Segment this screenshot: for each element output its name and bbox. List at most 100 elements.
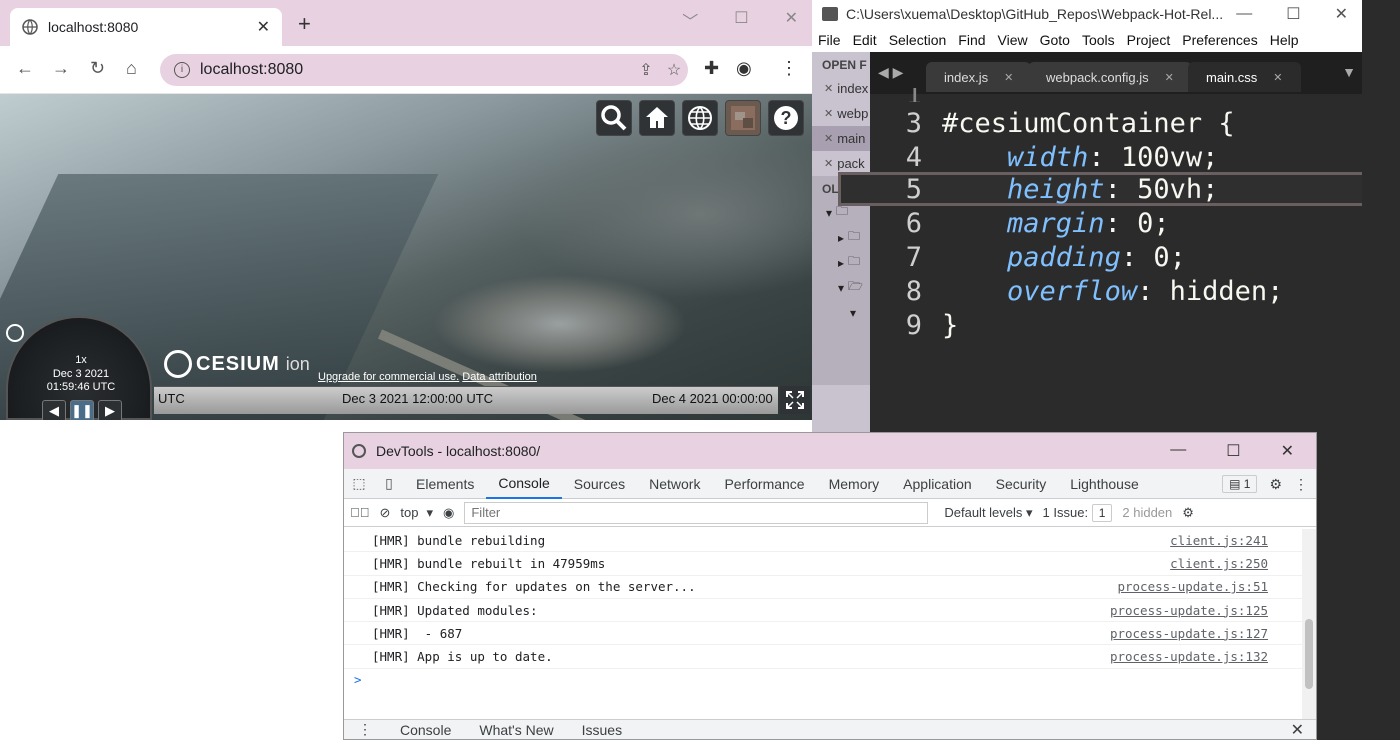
close-icon[interactable]: ✕ <box>1165 71 1174 84</box>
close-icon[interactable]: ✕ <box>1273 71 1282 84</box>
close-tab-icon[interactable]: ✕ <box>257 17 270 37</box>
console-prompt[interactable]: > <box>344 669 1304 691</box>
tree-folder[interactable]: ▾ 🗁 <box>812 275 870 300</box>
tab-elements[interactable]: Elements <box>404 469 486 499</box>
eye-icon[interactable]: ◉ <box>443 505 454 521</box>
new-tab-button[interactable]: + <box>298 13 311 35</box>
maximize-icon[interactable]: ☐ <box>1226 441 1240 461</box>
minimize-icon[interactable]: — <box>1170 441 1186 461</box>
issue-count[interactable]: 1 Issue: 1 <box>1043 504 1113 522</box>
close-icon[interactable]: ✕ <box>1004 71 1013 84</box>
maximize-icon[interactable]: ☐ <box>1286 4 1300 24</box>
close-icon[interactable]: ✕ <box>824 157 833 170</box>
browser-tab[interactable]: localhost:8080 ✕ <box>10 8 282 46</box>
inspect-element-icon[interactable]: ⬚ <box>344 475 374 492</box>
sidebar-toggle-icon[interactable]: ▶⃞ <box>350 505 370 520</box>
log-levels-dropdown[interactable]: Default levels ▾ <box>944 505 1032 521</box>
tab-network[interactable]: Network <box>637 469 712 499</box>
profile-avatar-icon[interactable]: ◉ <box>736 58 752 79</box>
drawer-tab-console[interactable]: Console <box>400 722 451 738</box>
tab-application[interactable]: Application <box>891 469 984 499</box>
menu-tools[interactable]: Tools <box>1082 32 1115 48</box>
drawer-tab-issues[interactable]: Issues <box>582 722 622 738</box>
play-forward-button[interactable]: ▶ <box>98 400 122 420</box>
console-scrollbar[interactable] <box>1302 529 1316 721</box>
source-link[interactable]: process-update.js:132 <box>1110 649 1268 664</box>
close-icon[interactable]: ✕ <box>824 82 833 95</box>
imagery-picker-icon[interactable] <box>725 100 761 136</box>
share-icon[interactable]: ⇪ <box>632 60 660 80</box>
open-file-item[interactable]: ✕ index <box>812 76 870 101</box>
menu-project[interactable]: Project <box>1127 32 1171 48</box>
info-icon[interactable]: i <box>174 62 190 78</box>
menu-selection[interactable]: Selection <box>889 32 947 48</box>
clear-console-icon[interactable]: ⊘ <box>380 505 391 521</box>
reload-icon[interactable]: ↻ <box>90 58 105 79</box>
close-icon[interactable]: ✕ <box>824 107 833 120</box>
menu-goto[interactable]: Goto <box>1040 32 1070 48</box>
cesium-viewer[interactable]: ? 1x Dec 3 2021 01:59:46 UTC ◀ ❚❚ ▶ CESI… <box>0 94 812 420</box>
address-bar[interactable]: i localhost:8080 ⇪ ☆ <box>160 54 688 86</box>
home-view-icon[interactable] <box>639 100 675 136</box>
source-link[interactable]: client.js:250 <box>1170 556 1268 571</box>
close-window-icon[interactable]: ✕ <box>1281 441 1294 461</box>
upgrade-link[interactable]: Upgrade for commercial use. <box>318 371 459 383</box>
tab-console[interactable]: Console <box>486 469 562 499</box>
cesium-ion-logo[interactable]: CESIUM ion <box>164 350 310 378</box>
pause-button[interactable]: ❚❚ <box>70 400 94 420</box>
forward-icon[interactable]: → <box>52 58 70 79</box>
tab-security[interactable]: Security <box>984 469 1059 499</box>
menu-edit[interactable]: Edit <box>853 32 877 48</box>
close-window-icon[interactable]: ✕ <box>1335 4 1348 24</box>
tab-sources[interactable]: Sources <box>562 469 637 499</box>
search-icon[interactable] <box>596 100 632 136</box>
fullscreen-icon[interactable] <box>780 386 810 414</box>
data-attribution-link[interactable]: Data attribution <box>462 371 537 383</box>
menu-preferences[interactable]: Preferences <box>1182 32 1257 48</box>
maximize-icon[interactable]: ☐ <box>734 8 748 32</box>
minimize-icon[interactable]: ﹀ <box>682 8 698 32</box>
tab-lighthouse[interactable]: Lighthouse <box>1058 469 1151 499</box>
tab-nav-arrows-icon[interactable]: ◀ ▶ <box>878 64 903 81</box>
tab-dropdown-icon[interactable]: ▼ <box>1342 64 1356 80</box>
tab-memory[interactable]: Memory <box>817 469 892 499</box>
settings-gear-icon[interactable]: ⚙ <box>1269 476 1282 493</box>
context-selector[interactable]: top ▾ <box>400 505 433 521</box>
tree-folder[interactable]: ▾ <box>812 300 870 325</box>
menu-file[interactable]: File <box>818 32 841 48</box>
extensions-icon[interactable]: ✚ <box>704 58 719 79</box>
open-file-item[interactable]: ✕ main <box>812 126 870 151</box>
clock-icon[interactable] <box>6 324 24 342</box>
bookmark-star-icon[interactable]: ☆ <box>660 60 688 80</box>
close-drawer-icon[interactable]: ✕ <box>1291 720 1304 740</box>
source-link[interactable]: process-update.js:125 <box>1110 603 1268 618</box>
console-settings-gear-icon[interactable]: ⚙ <box>1182 505 1194 521</box>
minimize-icon[interactable]: — <box>1236 5 1252 23</box>
code-editor[interactable]: 1 3 #cesiumContainer { 4 width: 100vw; 5… <box>838 88 1390 432</box>
tab-performance[interactable]: Performance <box>712 469 816 499</box>
open-file-item[interactable]: ✕ webp <box>812 101 870 126</box>
source-link[interactable]: process-update.js:127 <box>1110 626 1268 641</box>
menu-help[interactable]: Help <box>1270 32 1299 48</box>
source-link[interactable]: client.js:241 <box>1170 533 1268 548</box>
drawer-menu-icon[interactable]: ⋮ <box>358 721 372 738</box>
more-options-icon[interactable]: ⋮ <box>1294 476 1308 493</box>
console-output[interactable]: [HMR] bundle rebuilding client.js:241 [HM… <box>344 529 1304 717</box>
close-window-icon[interactable]: ✕ <box>785 8 798 32</box>
back-icon[interactable]: ← <box>16 58 34 79</box>
tree-folder[interactable]: ▸ 🗀 <box>812 225 870 250</box>
menu-icon[interactable]: ⋮ <box>780 58 798 79</box>
issues-badge[interactable]: ▤ 1 <box>1222 475 1258 493</box>
tree-folder[interactable]: ▸ 🗀 <box>812 250 870 275</box>
timeline[interactable]: UTC Dec 3 2021 12:00:00 UTC Dec 4 2021 0… <box>154 386 778 414</box>
close-icon[interactable]: ✕ <box>824 132 833 145</box>
help-icon[interactable]: ? <box>768 100 804 136</box>
menu-view[interactable]: View <box>998 32 1028 48</box>
menu-find[interactable]: Find <box>958 32 985 48</box>
source-link[interactable]: process-update.js:51 <box>1117 579 1268 594</box>
device-toolbar-icon[interactable]: ▯ <box>374 475 404 492</box>
play-reverse-button[interactable]: ◀ <box>42 400 66 420</box>
console-filter-input[interactable] <box>464 501 929 524</box>
globe-mode-icon[interactable] <box>682 100 718 136</box>
home-icon[interactable]: ⌂ <box>126 58 137 79</box>
